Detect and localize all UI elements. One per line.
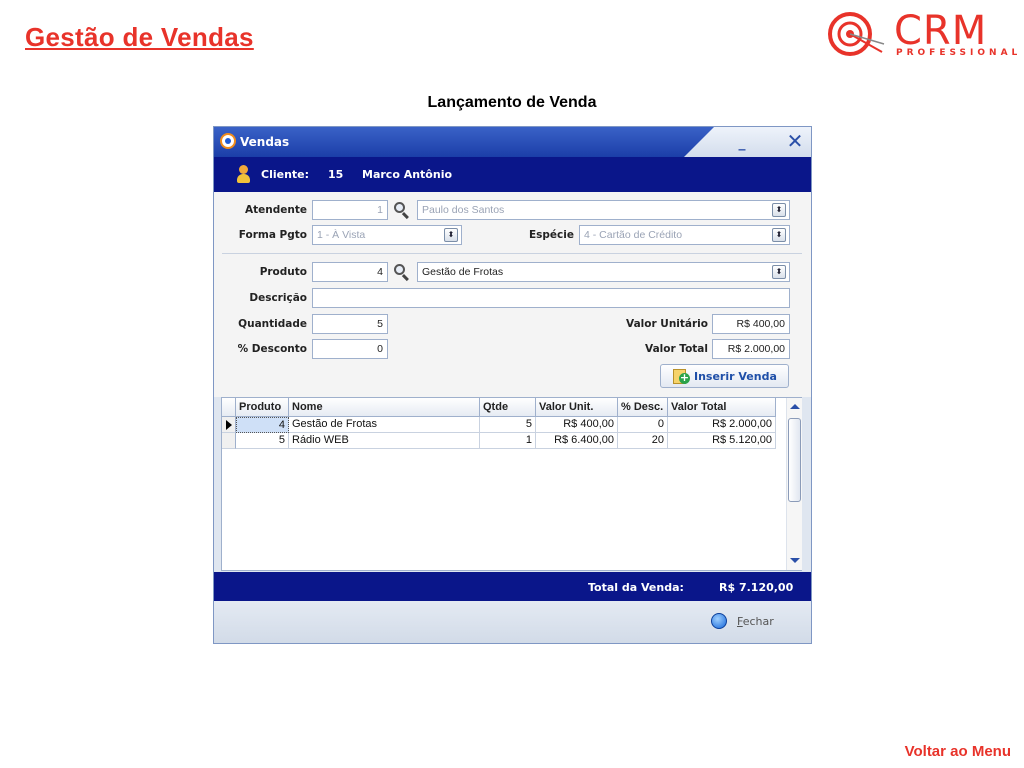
client-name: Marco Antônio	[362, 168, 453, 181]
forma-pgto-dropdown-icon[interactable]: ⬍	[444, 228, 458, 242]
user-icon	[236, 165, 250, 183]
table-row-cell[interactable]: 0	[618, 417, 668, 433]
produto-code-field[interactable]: 4	[312, 262, 388, 282]
table-row-cell[interactable]: 5	[236, 433, 289, 449]
table-row-cell[interactable]: R$ 400,00	[536, 417, 618, 433]
quantidade-field[interactable]: 5	[312, 314, 388, 334]
atendente-search-icon[interactable]	[394, 202, 410, 220]
table-row-cell[interactable]: 1	[480, 433, 536, 449]
current-row-indicator	[222, 417, 236, 433]
table-row-cell[interactable]: R$ 5.120,00	[668, 433, 776, 449]
especie-label: Espécie	[528, 229, 574, 241]
grid-scrollbar[interactable]	[786, 398, 802, 570]
bottom-bar: Fechar	[214, 601, 811, 643]
produto-search-icon[interactable]	[394, 264, 410, 282]
total-bar: Total da Venda: R$ 7.120,00	[214, 572, 811, 601]
inserir-venda-label: Inserir Venda	[694, 370, 777, 383]
crm-logo: CRM PROFESSIONAL	[826, 6, 1024, 62]
table-row-cell[interactable]: 20	[618, 433, 668, 449]
inserir-venda-button[interactable]: Inserir Venda	[660, 364, 789, 388]
window-titlebar[interactable]: Vendas _ ✕	[214, 127, 811, 157]
descricao-field[interactable]	[312, 288, 790, 308]
crm-logo-icon	[828, 12, 885, 56]
fechar-button[interactable]: Fechar	[709, 612, 789, 632]
atendente-name-select[interactable]: Paulo dos Santos	[417, 200, 790, 220]
fechar-label: Fechar	[737, 615, 774, 628]
slide-subtitle: Lançamento de Venda	[427, 94, 597, 111]
vendas-window: Vendas _ ✕ Cliente: 15 Marco Antônio Ate…	[213, 126, 812, 644]
table-row-cell[interactable]: R$ 6.400,00	[536, 433, 618, 449]
produto-name-select[interactable]: Gestão de Frotas	[417, 262, 790, 282]
valor-total-label: Valor Total	[645, 343, 708, 355]
atendente-label: Atendente	[245, 204, 307, 216]
client-bar: Cliente: 15 Marco Antônio	[214, 157, 811, 192]
scroll-thumb[interactable]	[788, 418, 801, 502]
quantidade-label: Quantidade	[238, 318, 307, 330]
produto-label: Produto	[259, 266, 307, 278]
table-row-cell[interactable]: Gestão de Frotas	[289, 417, 480, 433]
minimize-button[interactable]: _	[736, 136, 748, 150]
scroll-up-icon[interactable]	[790, 404, 800, 409]
grid-header-produto[interactable]: Produto	[236, 398, 289, 417]
logo-subtext: PROFESSIONAL	[896, 48, 1022, 58]
scroll-down-icon[interactable]	[790, 558, 800, 563]
back-to-menu-link[interactable]: Voltar ao Menu	[905, 743, 1011, 760]
table-row-cell[interactable]: Rádio WEB	[289, 433, 480, 449]
desconto-field[interactable]: 0	[312, 339, 388, 359]
table-row-cell[interactable]: R$ 2.000,00	[668, 417, 776, 433]
total-value: R$ 7.120,00	[719, 581, 794, 594]
add-item-icon	[673, 369, 690, 384]
total-label: Total da Venda:	[588, 581, 684, 594]
especie-dropdown-icon[interactable]: ⬍	[772, 228, 786, 242]
especie-select[interactable]: 4 - Cartão de Crédito	[579, 225, 790, 245]
produto-dropdown-icon[interactable]: ⬍	[772, 265, 786, 279]
valor-unitario-label: Valor Unitário	[626, 318, 708, 330]
desconto-label: % Desconto	[237, 343, 307, 355]
window-title: Vendas	[240, 135, 290, 149]
slide-title: Gestão de Vendas	[25, 22, 254, 52]
forma-pgto-label: Forma Pgto	[238, 229, 307, 241]
atendente-code-field[interactable]: 1	[312, 200, 388, 220]
client-label: Cliente:	[261, 168, 310, 181]
table-row-cell[interactable]: 5	[480, 417, 536, 433]
valor-total-field[interactable]: R$ 2.000,00	[712, 339, 790, 359]
grid-header-valor-total[interactable]: Valor Total	[668, 398, 776, 417]
app-icon	[220, 133, 236, 149]
client-id: 15	[328, 168, 344, 181]
form-divider	[222, 253, 802, 254]
grid-header-nome[interactable]: Nome	[289, 398, 480, 417]
atendente-dropdown-icon[interactable]: ⬍	[772, 203, 786, 217]
items-grid[interactable]: Produto Nome Qtde Valor Unit. % Desc. Va…	[221, 397, 802, 571]
grid-header-desconto[interactable]: % Desc.	[618, 398, 668, 417]
grid-header-qtde[interactable]: Qtde	[480, 398, 536, 417]
forma-pgto-select[interactable]: 1 - À Vista	[312, 225, 462, 245]
table-row-cell[interactable]: 4	[236, 417, 289, 433]
valor-unitario-field[interactable]: R$ 400,00	[712, 314, 790, 334]
grid-header-valor-unit[interactable]: Valor Unit.	[536, 398, 618, 417]
descricao-label: Descrição	[249, 292, 307, 304]
close-circle-icon	[711, 613, 727, 629]
close-window-button[interactable]: ✕	[786, 131, 804, 151]
